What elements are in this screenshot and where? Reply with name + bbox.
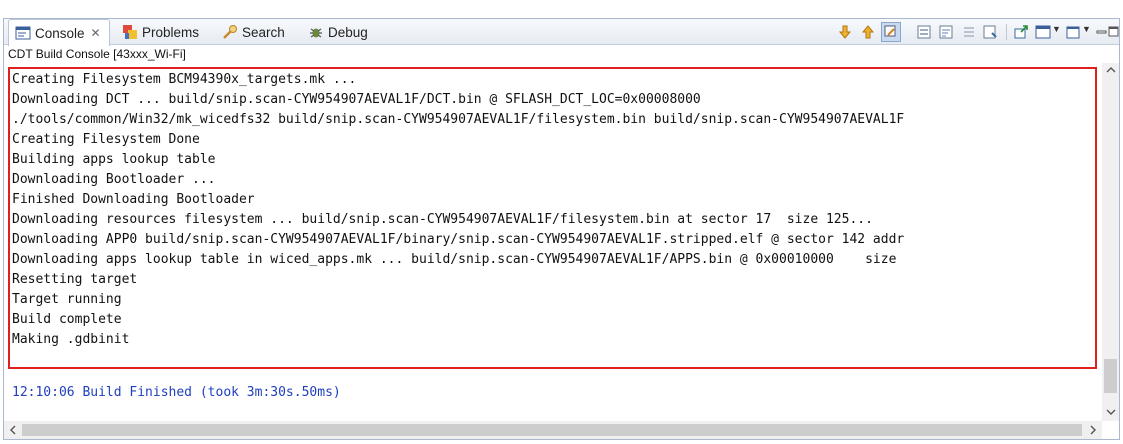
chevron-left-icon[interactable] — [9, 425, 17, 438]
output-lines: Creating Filesystem BCM94390x_targets.mk… — [12, 70, 904, 350]
horizontal-scrollbar[interactable] — [4, 421, 1102, 439]
tab-label: Console — [35, 25, 85, 41]
tab-label: Debug — [328, 24, 368, 40]
scroll-down-icon[interactable] — [837, 24, 853, 40]
output-line: Build complete — [12, 312, 122, 327]
tab-problems[interactable]: Problems — [122, 19, 199, 45]
output-line: Target running — [12, 292, 122, 307]
clear-console-icon[interactable] — [916, 24, 932, 40]
output-line: Downloading resources filesystem ... bui… — [12, 212, 873, 227]
console-icon — [15, 25, 31, 41]
vertical-scroll-thumb[interactable] — [1104, 359, 1117, 393]
output-line: Downloading Bootloader ... — [12, 172, 216, 187]
tab-search[interactable]: Search — [222, 19, 285, 45]
output-line: Creating Filesystem Done — [12, 132, 200, 147]
output-line: Building apps lookup table — [12, 152, 216, 167]
chevron-right-icon[interactable] — [1089, 425, 1097, 438]
console-name: CDT Build Console [43xxx_Wi-Fi] — [8, 47, 186, 61]
output-line: Creating Filesystem BCM94390x_targets.mk… — [12, 72, 357, 87]
console-view: Console ✕ Problems Search Debug ▼ ▼ CDT … — [3, 18, 1120, 440]
tab-label: Search — [242, 24, 285, 40]
word-wrap-icon[interactable] — [938, 24, 954, 40]
toolbar-separator — [1006, 24, 1007, 40]
show-console-icon[interactable] — [961, 24, 977, 40]
view-tab-bar: Console ✕ Problems Search Debug ▼ ▼ — [4, 19, 1120, 46]
output-line: Resetting target — [12, 272, 138, 287]
output-line: Downloading apps lookup table in wiced_a… — [12, 252, 897, 267]
output-line: Downloading APP0 build/snip.scan-CYW9549… — [12, 232, 905, 247]
output-line: Downloading DCT ... build/snip.scan-CYW9… — [12, 92, 701, 107]
vertical-scrollbar[interactable] — [1102, 63, 1119, 421]
tab-label: Problems — [142, 24, 200, 40]
problems-icon — [122, 24, 138, 40]
chevron-down-icon[interactable] — [1106, 407, 1116, 419]
build-finished-line: 12:10:06 Build Finished (took 3m:30s.50m… — [12, 385, 341, 400]
maximize-icon[interactable] — [1108, 24, 1120, 40]
tab-console[interactable]: Console ✕ — [8, 19, 110, 46]
close-icon[interactable]: ✕ — [91, 26, 101, 40]
open-console-icon[interactable] — [1035, 24, 1051, 40]
tab-debug[interactable]: Debug — [308, 19, 368, 45]
output-line: Making .gdbinit — [12, 332, 130, 347]
pin-console-icon[interactable] — [982, 24, 998, 40]
console-output[interactable]: Creating Filesystem BCM94390x_targets.mk… — [4, 63, 1102, 421]
output-line: Finished Downloading Bootloader — [12, 192, 255, 207]
scroll-lock-icon[interactable] — [881, 22, 901, 42]
horizontal-scroll-thumb[interactable] — [22, 424, 1082, 436]
output-line: ./tools/common/Win32/mk_wicedfs32 build/… — [12, 112, 905, 127]
display-selected-console-icon[interactable] — [1013, 24, 1029, 40]
scroll-up-icon[interactable] — [860, 24, 876, 40]
search-icon — [222, 24, 238, 40]
debug-icon — [308, 24, 324, 40]
chevron-up-icon[interactable] — [1106, 65, 1116, 77]
new-console-icon[interactable] — [1065, 24, 1081, 40]
